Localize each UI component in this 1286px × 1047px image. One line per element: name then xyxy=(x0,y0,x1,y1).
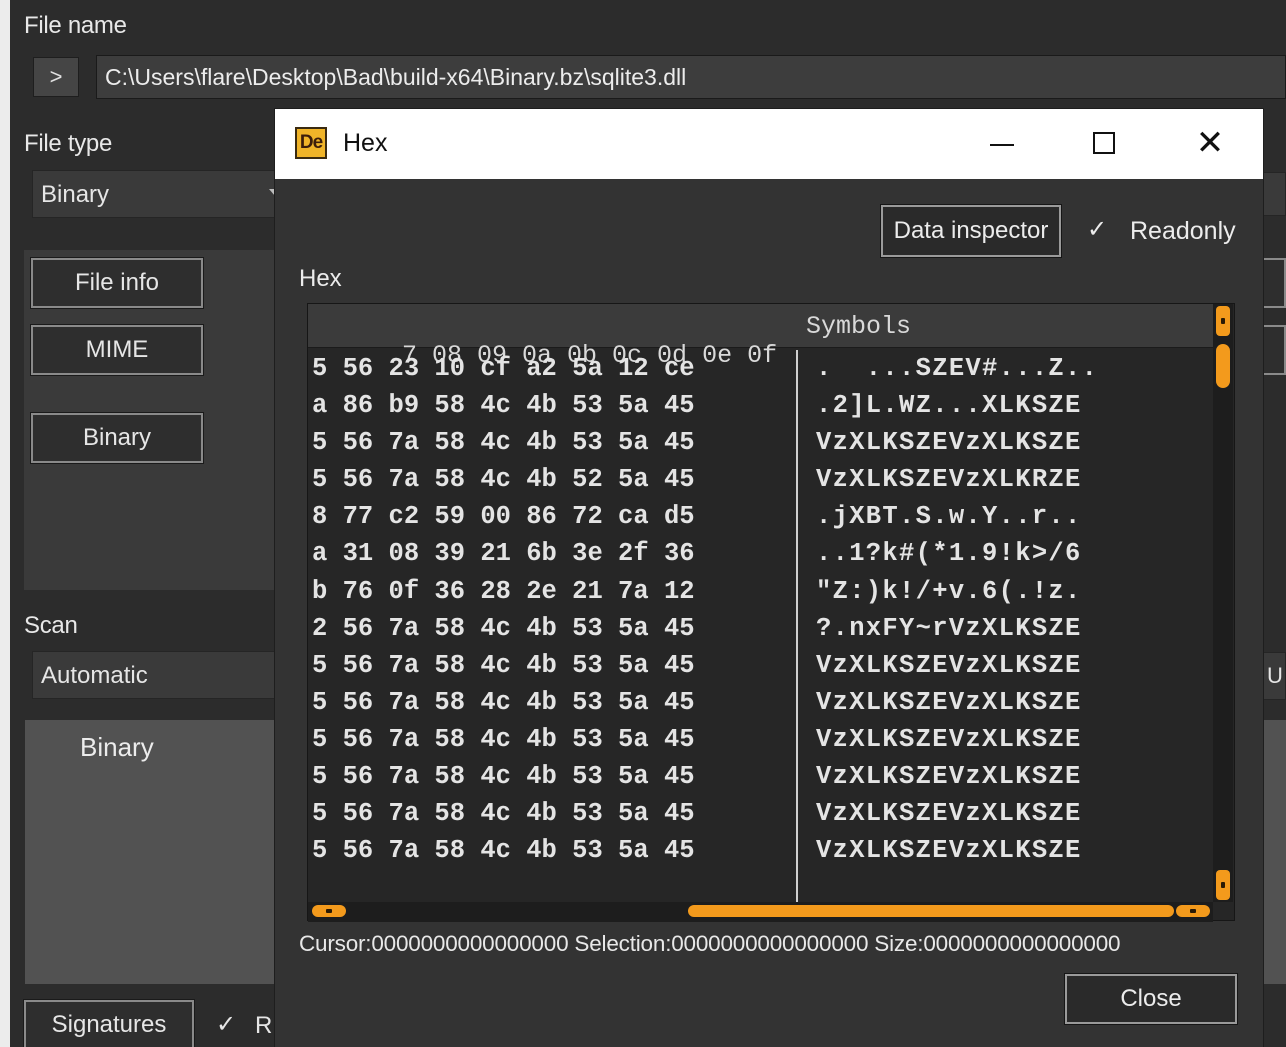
symbol-row[interactable]: VzXLKSZEVzXLKSZE xyxy=(816,647,1098,684)
symbol-row[interactable]: ..1?k#(*1.9!k>/6 xyxy=(816,535,1098,572)
scroll-right-arrow-icon[interactable] xyxy=(1176,905,1210,917)
hex-row[interactable]: 5 56 7a 58 4c 4b 53 5a 45 xyxy=(312,424,695,461)
horizontal-scrollbar[interactable] xyxy=(308,902,1213,922)
symbol-row[interactable]: .jXBT.S.w.Y..r.. xyxy=(816,498,1098,535)
recursive-label: R xyxy=(255,1012,273,1039)
symbols-column: . ...SZEV#...Z.. .2]L.WZ...XLKSZE VzXLKS… xyxy=(816,350,1098,869)
symbol-row[interactable]: ?.nxFY~rVzXLKSZE xyxy=(816,610,1098,647)
file-name-label: File name xyxy=(24,12,127,39)
symbol-row[interactable]: . ...SZEV#...Z.. xyxy=(816,350,1098,387)
symbols-column-header: Symbols xyxy=(806,312,912,341)
file-path-field[interactable]: C:\Users\flare\Desktop\Bad\build-x64\Bin… xyxy=(96,55,1286,99)
scroll-left-arrow-icon[interactable] xyxy=(312,905,346,917)
hex-row[interactable]: 5 56 7a 58 4c 4b 53 5a 45 xyxy=(312,832,695,869)
mime-button[interactable]: MIME xyxy=(30,324,204,376)
symbol-row[interactable]: VzXLKSZEVzXLKSZE xyxy=(816,795,1098,832)
file-type-select[interactable]: Binary xyxy=(32,170,282,218)
right-clipped-button[interactable] xyxy=(1262,325,1286,375)
right-clipped-field[interactable]: U xyxy=(1262,652,1286,700)
readonly-label: Readonly xyxy=(1130,217,1236,245)
dialog-title: Hex xyxy=(343,129,388,157)
hex-row[interactable]: 5 56 23 10 cf a2 5a 12 ce xyxy=(312,350,695,387)
signatures-button[interactable]: Signatures xyxy=(23,999,195,1047)
file-info-button[interactable]: File info xyxy=(30,257,204,309)
screen-edge xyxy=(0,0,10,1047)
scroll-down-arrow-icon[interactable] xyxy=(1216,870,1230,900)
column-divider xyxy=(796,350,798,902)
cursor-selection-status: Cursor:0000000000000000 Selection:000000… xyxy=(299,931,1121,956)
right-clipped-panel xyxy=(1262,720,1286,984)
file-type-value: Binary xyxy=(41,181,110,208)
scan-mode-select[interactable]: Automatic xyxy=(32,651,282,699)
scan-mode-value: Automatic xyxy=(41,662,148,689)
hex-row[interactable]: 2 56 7a 58 4c 4b 53 5a 45 xyxy=(312,610,695,647)
hex-row[interactable]: 5 56 7a 58 4c 4b 53 5a 45 xyxy=(312,758,695,795)
hex-header: 7 08 09 0a 0b 0c 0d 0e 0f Symbols xyxy=(308,304,1213,370)
minimize-icon xyxy=(990,144,1014,146)
horizontal-scroll-thumb[interactable] xyxy=(688,905,1174,917)
symbol-row[interactable]: VzXLKSZEVzXLKRZE xyxy=(816,461,1098,498)
close-window-button[interactable]: ✕ xyxy=(1185,119,1235,167)
vertical-scroll-thumb[interactable] xyxy=(1216,344,1230,388)
hex-viewer[interactable]: 7 08 09 0a 0b 0c 0d 0e 0f Symbols 5 56 2… xyxy=(307,303,1235,922)
close-icon: ✕ xyxy=(1195,124,1225,162)
close-button[interactable]: Close xyxy=(1064,973,1238,1025)
hex-row[interactable]: 5 56 7a 58 4c 4b 53 5a 45 xyxy=(312,647,695,684)
list-item[interactable]: Binary xyxy=(80,732,154,763)
app-icon: De xyxy=(295,127,327,159)
minimize-button[interactable] xyxy=(977,119,1027,167)
file-type-label: File type xyxy=(24,130,113,157)
hex-row[interactable]: 8 77 c2 59 00 86 72 ca d5 xyxy=(312,498,695,535)
hex-dialog: De Hex ✕ Data inspector ✓ Readonly Hex 7… xyxy=(274,108,1264,1047)
hex-row[interactable]: 5 56 7a 58 4c 4b 53 5a 45 xyxy=(312,684,695,721)
data-inspector-button[interactable]: Data inspector xyxy=(880,204,1062,258)
symbol-row[interactable]: .2]L.WZ...XLKSZE xyxy=(816,387,1098,424)
right-clipped-button[interactable] xyxy=(1262,258,1286,308)
hex-row[interactable]: 5 56 7a 58 4c 4b 53 5a 45 xyxy=(312,795,695,832)
hex-row[interactable]: b 76 0f 36 28 2e 21 7a 12 xyxy=(312,573,695,610)
symbol-row[interactable]: VzXLKSZEVzXLKSZE xyxy=(816,424,1098,461)
scroll-up-arrow-icon[interactable] xyxy=(1216,306,1230,336)
vertical-scrollbar[interactable] xyxy=(1213,304,1233,902)
scan-label: Scan xyxy=(24,612,78,639)
symbol-row[interactable]: VzXLKSZEVzXLKSZE xyxy=(816,721,1098,758)
binary-button[interactable]: Binary xyxy=(30,412,204,464)
maximize-button[interactable] xyxy=(1079,119,1129,167)
symbol-row[interactable]: VzXLKSZEVzXLKSZE xyxy=(816,758,1098,795)
hex-row[interactable]: 5 56 7a 58 4c 4b 52 5a 45 xyxy=(312,461,695,498)
scan-results-list[interactable]: Binary xyxy=(25,720,275,984)
symbol-row[interactable]: VzXLKSZEVzXLKSZE xyxy=(816,832,1098,869)
readonly-checkbox[interactable]: ✓ xyxy=(1087,215,1107,244)
browse-button[interactable]: > xyxy=(33,57,79,97)
right-clipped-field[interactable] xyxy=(1262,172,1286,216)
maximize-icon xyxy=(1093,132,1115,154)
symbol-row[interactable]: "Z:)k!/+v.6(.!z. xyxy=(816,573,1098,610)
hex-bytes-column: 5 56 23 10 cf a2 5a 12 ce a 86 b9 58 4c … xyxy=(312,350,695,869)
hex-row[interactable]: a 31 08 39 21 6b 3e 2f 36 xyxy=(312,535,695,572)
hex-section-label: Hex xyxy=(299,265,342,292)
recursive-checkbox[interactable]: ✓ xyxy=(216,1010,236,1039)
symbol-row[interactable]: VzXLKSZEVzXLKSZE xyxy=(816,684,1098,721)
hex-row[interactable]: a 86 b9 58 4c 4b 53 5a 45 xyxy=(312,387,695,424)
title-bar[interactable]: De Hex ✕ xyxy=(275,109,1263,179)
hex-row[interactable]: 5 56 7a 58 4c 4b 53 5a 45 xyxy=(312,721,695,758)
